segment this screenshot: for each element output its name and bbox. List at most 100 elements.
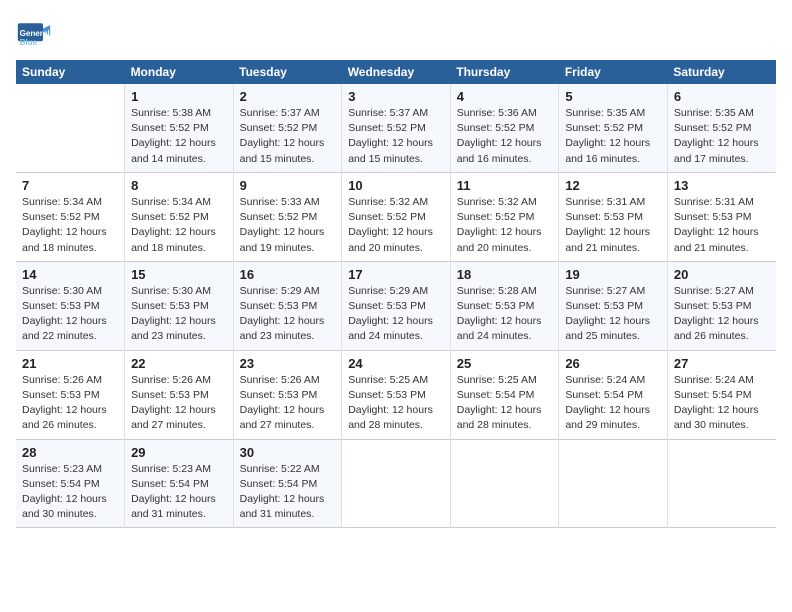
day-number: 22 bbox=[131, 356, 227, 371]
day-info: Sunrise: 5:35 AM Sunset: 5:52 PM Dayligh… bbox=[674, 106, 770, 167]
calendar-cell: 3 Sunrise: 5:37 AM Sunset: 5:52 PM Daylig… bbox=[342, 84, 451, 172]
calendar-cell bbox=[450, 439, 559, 528]
calendar-cell: 21Sunrise: 5:26 AM Sunset: 5:53 PM Dayli… bbox=[16, 350, 125, 439]
day-number: 27 bbox=[674, 356, 770, 371]
day-number: 3 bbox=[348, 89, 444, 104]
calendar-cell: 2Sunrise: 5:37 AM Sunset: 5:52 PM Daylig… bbox=[233, 84, 342, 172]
calendar-cell: 28 Sunrise: 5:23 AM Sunset: 5:54 PM Dayli… bbox=[16, 439, 125, 528]
week-row-1: 1 Sunrise: 5:38 AM Sunset: 5:52 PM Daylig… bbox=[16, 84, 776, 172]
day-info: Sunrise: 5:24 AM Sunset: 5:54 PM Dayligh… bbox=[674, 373, 770, 434]
day-info: Sunrise: 5:26 AM Sunset: 5:53 PM Dayligh… bbox=[131, 373, 227, 434]
day-number: 1 bbox=[131, 89, 227, 104]
day-info: Sunrise: 5:28 AM Sunset: 5:53 PM Dayligh… bbox=[457, 284, 553, 345]
day-number: 29 bbox=[131, 445, 227, 460]
day-info: Sunrise: 5:24 AM Sunset: 5:54 PM Dayligh… bbox=[565, 373, 661, 434]
week-row-2: 7Sunrise: 5:34 AM Sunset: 5:52 PM Daylig… bbox=[16, 172, 776, 261]
day-number: 11 bbox=[457, 178, 553, 193]
day-info: Sunrise: 5:37 AM Sunset: 5:52 PM Dayligh… bbox=[348, 106, 444, 167]
week-row-5: 28 Sunrise: 5:23 AM Sunset: 5:54 PM Dayli… bbox=[16, 439, 776, 528]
calendar-cell: 12 Sunrise: 5:31 AM Sunset: 5:53 PM Dayli… bbox=[559, 172, 668, 261]
day-number: 9 bbox=[240, 178, 336, 193]
day-info: Sunrise: 5:37 AM Sunset: 5:52 PM Dayligh… bbox=[240, 106, 336, 167]
day-info: Sunrise: 5:23 AM Sunset: 5:54 PM Dayligh… bbox=[22, 462, 118, 523]
day-info: Sunrise: 5:25 AM Sunset: 5:53 PM Dayligh… bbox=[348, 373, 444, 434]
day-info: Sunrise: 5:29 AM Sunset: 5:53 PM Dayligh… bbox=[240, 284, 336, 345]
calendar-cell: 5Sunrise: 5:35 AM Sunset: 5:52 PM Daylig… bbox=[559, 84, 668, 172]
day-info: Sunrise: 5:30 AM Sunset: 5:53 PM Dayligh… bbox=[22, 284, 118, 345]
calendar-cell: 27 Sunrise: 5:24 AM Sunset: 5:54 PM Dayli… bbox=[667, 350, 776, 439]
day-number: 14 bbox=[22, 267, 118, 282]
day-info: Sunrise: 5:34 AM Sunset: 5:52 PM Dayligh… bbox=[131, 195, 227, 256]
calendar-cell: 22 Sunrise: 5:26 AM Sunset: 5:53 PM Dayli… bbox=[125, 350, 234, 439]
calendar-cell: 17 Sunrise: 5:29 AM Sunset: 5:53 PM Dayli… bbox=[342, 261, 451, 350]
calendar-cell: 14 Sunrise: 5:30 AM Sunset: 5:53 PM Dayli… bbox=[16, 261, 125, 350]
calendar-body: 1 Sunrise: 5:38 AM Sunset: 5:52 PM Daylig… bbox=[16, 84, 776, 528]
day-number: 12 bbox=[565, 178, 661, 193]
calendar-cell: 13 Sunrise: 5:31 AM Sunset: 5:53 PM Dayli… bbox=[667, 172, 776, 261]
day-number: 30 bbox=[240, 445, 336, 460]
calendar-cell: 7Sunrise: 5:34 AM Sunset: 5:52 PM Daylig… bbox=[16, 172, 125, 261]
day-number: 13 bbox=[674, 178, 770, 193]
day-number: 15 bbox=[131, 267, 227, 282]
svg-text:Blue: Blue bbox=[20, 38, 38, 47]
svg-text:General: General bbox=[20, 29, 50, 38]
day-number: 5 bbox=[565, 89, 661, 104]
week-row-4: 21 Sunrise: 5:26 AM Sunset: 5:53 PM Dayli… bbox=[16, 350, 776, 439]
day-number: 20 bbox=[674, 267, 770, 282]
day-info: Sunrise: 5:32 AM Sunset: 5:52 PM Dayligh… bbox=[457, 195, 553, 256]
col-header-saturday: Saturday bbox=[667, 60, 776, 84]
page-header: General Blue bbox=[16, 16, 776, 52]
col-header-wednesday: Wednesday bbox=[342, 60, 451, 84]
calendar-cell: 30 Sunrise: 5:22 AM Sunset: 5:54 PM Dayli… bbox=[233, 439, 342, 528]
day-number: 21 bbox=[22, 356, 118, 371]
day-number: 28 bbox=[22, 445, 118, 460]
day-number: 18 bbox=[457, 267, 553, 282]
calendar-cell: 26 Sunrise: 5:24 AM Sunset: 5:54 PM Dayli… bbox=[559, 350, 668, 439]
day-info: Sunrise: 5:23 AM Sunset: 5:54 PM Dayligh… bbox=[131, 462, 227, 523]
calendar-header: SundayMondayTuesdayWednesdayThursdayFrid… bbox=[16, 60, 776, 84]
day-info: Sunrise: 5:27 AM Sunset: 5:53 PM Dayligh… bbox=[674, 284, 770, 345]
calendar-cell bbox=[559, 439, 668, 528]
day-info: Sunrise: 5:25 AM Sunset: 5:54 PM Dayligh… bbox=[457, 373, 553, 434]
day-number: 16 bbox=[240, 267, 336, 282]
day-number: 25 bbox=[457, 356, 553, 371]
day-number: 19 bbox=[565, 267, 661, 282]
logo-icon: General Blue bbox=[16, 16, 52, 52]
day-info: Sunrise: 5:31 AM Sunset: 5:53 PM Dayligh… bbox=[674, 195, 770, 256]
day-info: Sunrise: 5:34 AM Sunset: 5:52 PM Dayligh… bbox=[22, 195, 118, 256]
calendar-cell: 29 Sunrise: 5:23 AM Sunset: 5:54 PM Dayli… bbox=[125, 439, 234, 528]
col-header-thursday: Thursday bbox=[450, 60, 559, 84]
day-info: Sunrise: 5:38 AM Sunset: 5:52 PM Dayligh… bbox=[131, 106, 227, 167]
day-number: 10 bbox=[348, 178, 444, 193]
day-number: 17 bbox=[348, 267, 444, 282]
day-number: 24 bbox=[348, 356, 444, 371]
day-info: Sunrise: 5:26 AM Sunset: 5:53 PM Dayligh… bbox=[240, 373, 336, 434]
calendar-cell: 9Sunrise: 5:33 AM Sunset: 5:52 PM Daylig… bbox=[233, 172, 342, 261]
calendar-cell: 16 Sunrise: 5:29 AM Sunset: 5:53 PM Dayli… bbox=[233, 261, 342, 350]
day-number: 8 bbox=[131, 178, 227, 193]
calendar-cell: 4Sunrise: 5:36 AM Sunset: 5:52 PM Daylig… bbox=[450, 84, 559, 172]
calendar-cell: 8 Sunrise: 5:34 AM Sunset: 5:52 PM Daylig… bbox=[125, 172, 234, 261]
day-info: Sunrise: 5:32 AM Sunset: 5:52 PM Dayligh… bbox=[348, 195, 444, 256]
day-number: 23 bbox=[240, 356, 336, 371]
day-number: 26 bbox=[565, 356, 661, 371]
day-number: 4 bbox=[457, 89, 553, 104]
calendar-cell: 1 Sunrise: 5:38 AM Sunset: 5:52 PM Daylig… bbox=[125, 84, 234, 172]
calendar-cell: 24 Sunrise: 5:25 AM Sunset: 5:53 PM Dayli… bbox=[342, 350, 451, 439]
week-row-3: 14 Sunrise: 5:30 AM Sunset: 5:53 PM Dayli… bbox=[16, 261, 776, 350]
logo: General Blue bbox=[16, 16, 56, 52]
col-header-sunday: Sunday bbox=[16, 60, 125, 84]
calendar-cell: 19 Sunrise: 5:27 AM Sunset: 5:53 PM Dayli… bbox=[559, 261, 668, 350]
header-row: SundayMondayTuesdayWednesdayThursdayFrid… bbox=[16, 60, 776, 84]
day-info: Sunrise: 5:27 AM Sunset: 5:53 PM Dayligh… bbox=[565, 284, 661, 345]
day-info: Sunrise: 5:29 AM Sunset: 5:53 PM Dayligh… bbox=[348, 284, 444, 345]
calendar-cell bbox=[667, 439, 776, 528]
col-header-monday: Monday bbox=[125, 60, 234, 84]
calendar-cell: 6Sunrise: 5:35 AM Sunset: 5:52 PM Daylig… bbox=[667, 84, 776, 172]
day-info: Sunrise: 5:22 AM Sunset: 5:54 PM Dayligh… bbox=[240, 462, 336, 523]
calendar-cell: 23 Sunrise: 5:26 AM Sunset: 5:53 PM Dayli… bbox=[233, 350, 342, 439]
day-info: Sunrise: 5:31 AM Sunset: 5:53 PM Dayligh… bbox=[565, 195, 661, 256]
calendar-cell: 18 Sunrise: 5:28 AM Sunset: 5:53 PM Dayli… bbox=[450, 261, 559, 350]
calendar-cell: 15Sunrise: 5:30 AM Sunset: 5:53 PM Dayli… bbox=[125, 261, 234, 350]
calendar-cell: 10 Sunrise: 5:32 AM Sunset: 5:52 PM Dayli… bbox=[342, 172, 451, 261]
